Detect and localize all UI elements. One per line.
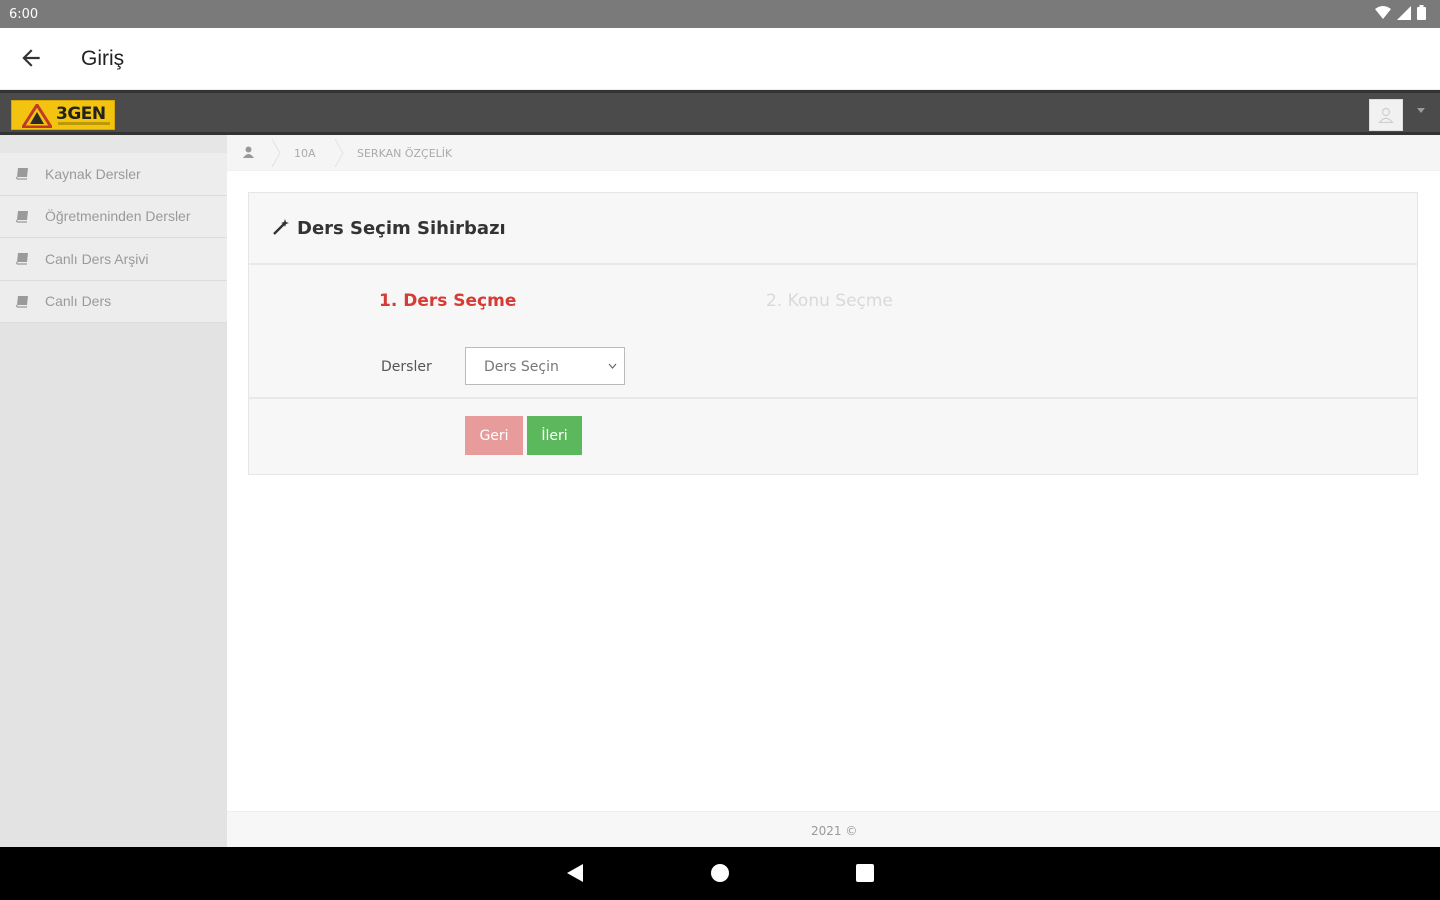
book-icon bbox=[16, 168, 28, 180]
user-menu-caret-icon[interactable] bbox=[1417, 108, 1425, 113]
sidebar-item-label: Canlı Ders bbox=[45, 293, 112, 310]
back-button[interactable]: Geri bbox=[465, 416, 523, 455]
nav-back-icon[interactable] bbox=[565, 863, 585, 883]
wizard-step-1[interactable]: 1. Ders Seçme bbox=[379, 291, 516, 311]
breadcrumb-user[interactable]: SERKAN ÖZÇELİK bbox=[357, 147, 452, 160]
sidebar-item-label: Öğretmeninden Dersler bbox=[45, 208, 191, 225]
app-bar-title: Giriş bbox=[81, 47, 125, 70]
wifi-icon bbox=[1375, 5, 1391, 19]
wizard-header: Ders Seçim Sihirbazı bbox=[249, 193, 1417, 265]
top-navbar: 3GEN bbox=[0, 90, 1440, 135]
nav-home-icon[interactable] bbox=[710, 863, 730, 883]
next-button[interactable]: İleri bbox=[527, 416, 582, 455]
breadcrumb-separator-icon bbox=[334, 139, 344, 167]
logo-triangle-icon bbox=[22, 104, 52, 128]
sidebar-top-spacer bbox=[0, 135, 227, 153]
app-bar: Giriş bbox=[0, 28, 1440, 90]
courses-select-value: Ders Seçin bbox=[484, 359, 559, 375]
back-arrow-icon[interactable] bbox=[18, 45, 44, 71]
sidebar-item-label: Kaynak Dersler bbox=[45, 165, 141, 182]
brand-logo[interactable]: 3GEN bbox=[11, 100, 115, 130]
wizard-card: Ders Seçim Sihirbazı 1. Ders Seçme 2. Ko… bbox=[248, 192, 1418, 475]
user-avatar-icon bbox=[1378, 107, 1394, 123]
nav-recents-icon[interactable] bbox=[855, 863, 875, 883]
courses-select[interactable]: Ders Seçin bbox=[465, 347, 625, 385]
book-icon bbox=[16, 253, 28, 265]
logo-text: 3GEN bbox=[56, 104, 106, 124]
wizard-step-2[interactable]: 2. Konu Seçme bbox=[766, 291, 893, 311]
user-avatar-button[interactable] bbox=[1369, 99, 1403, 131]
system-navigation-bar bbox=[0, 847, 1440, 900]
system-status-bar: 6:00 bbox=[0, 0, 1440, 28]
sidebar-item-canli-ders-arsivi[interactable]: Canlı Ders Arşivi bbox=[0, 238, 227, 281]
wizard-title: Ders Seçim Sihirbazı bbox=[297, 218, 506, 239]
courses-label: Dersler bbox=[381, 359, 432, 375]
user-icon[interactable] bbox=[243, 146, 254, 158]
status-icons bbox=[1375, 5, 1426, 20]
status-time: 6:00 bbox=[9, 7, 39, 22]
battery-icon bbox=[1417, 5, 1426, 20]
main-content: 10A SERKAN ÖZÇELİK Ders Seçim Sihirbazı … bbox=[227, 135, 1440, 847]
wizard-body: 1. Ders Seçme 2. Konu Seçme Dersler Ders… bbox=[249, 265, 1417, 399]
sidebar: Kaynak Dersler Öğretmeninden Dersler Can… bbox=[0, 135, 227, 847]
breadcrumb: 10A SERKAN ÖZÇELİK bbox=[227, 135, 1440, 171]
wizard-footer: Geri İleri bbox=[249, 399, 1417, 474]
sidebar-item-ogretmeninden-dersler[interactable]: Öğretmeninden Dersler bbox=[0, 195, 227, 238]
sidebar-item-canli-ders[interactable]: Canlı Ders bbox=[0, 280, 227, 323]
magic-wand-icon bbox=[273, 219, 289, 235]
sidebar-item-label: Canlı Ders Arşivi bbox=[45, 250, 149, 267]
sidebar-item-kaynak-dersler[interactable]: Kaynak Dersler bbox=[0, 153, 227, 196]
breadcrumb-separator-icon bbox=[271, 139, 281, 167]
logo-tagline-bar bbox=[58, 122, 110, 125]
page-footer: 2021 © bbox=[227, 811, 1440, 847]
footer-copyright: 2021 © bbox=[811, 824, 858, 838]
signal-icon bbox=[1397, 5, 1411, 20]
book-icon bbox=[16, 295, 28, 308]
breadcrumb-class[interactable]: 10A bbox=[294, 147, 316, 160]
book-icon bbox=[16, 210, 28, 223]
chevron-down-icon bbox=[608, 363, 617, 369]
